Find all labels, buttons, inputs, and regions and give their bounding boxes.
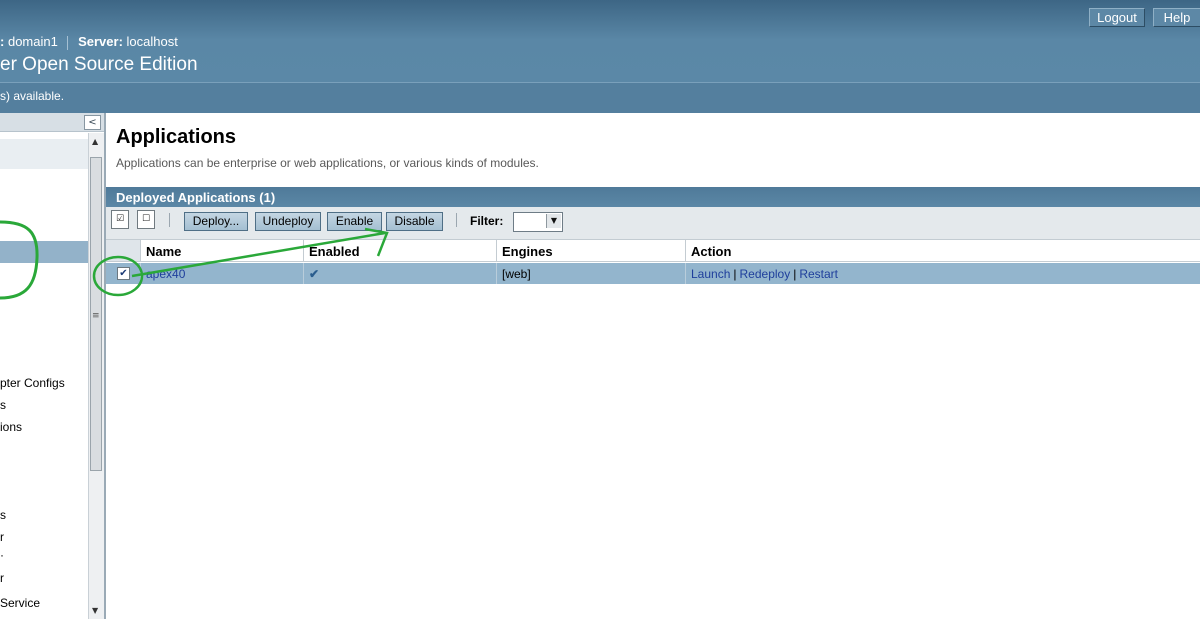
enabled-check-icon: ✔ [303,263,496,284]
divider: | [793,267,797,281]
select-all-icon[interactable]: ☑ [111,210,129,229]
server-label: Server: [78,34,123,49]
app-name-cell: apex40 [140,263,303,284]
deploy-button[interactable]: Deploy... [184,212,248,231]
collapse-nav-button[interactable]: < [84,115,101,130]
domain-value: domain1 [7,34,58,49]
page-title: Applications [116,126,237,148]
engines-cell: [web] [496,263,685,284]
app-name-link[interactable]: apex40 [146,267,185,281]
filter-label: Filter: [470,214,504,228]
divider [67,35,69,50]
table-title-bar: Deployed Applications (1) [106,187,1200,207]
undeploy-button[interactable]: Undeploy [255,212,321,231]
scroll-up-icon[interactable]: ▲ [92,137,98,146]
nav-item[interactable]: s [0,508,6,522]
availability-bar: s) available. [0,82,1200,113]
enable-button[interactable]: Enable [327,212,382,231]
nav-item-service[interactable]: Service [0,596,40,610]
help-button[interactable]: Help [1153,8,1200,27]
disable-button[interactable]: Disable [386,212,443,231]
masthead: Logout Help : domain1 Server: localhost … [0,0,1200,113]
row-select-cell: ✔ [106,263,140,284]
nav-item[interactable]: ions [0,420,22,434]
restart-link[interactable]: Restart [799,267,838,281]
nav-item-applications-selected[interactable] [0,241,88,263]
logout-button[interactable]: Logout [1089,8,1145,27]
product-title: er Open Source Edition [0,54,198,75]
filter-select[interactable]: ▼ [513,212,563,232]
nav-item[interactable]: · [0,548,4,562]
table-row: ✔ apex40 ✔ [web] Launch | Redeploy | Restart [106,263,1200,284]
table-actions-bar: ☑ ☐ Deploy... Undeploy Enable Disable Fi… [106,207,1200,240]
row-checkbox[interactable]: ✔ [117,267,130,280]
page-help-text: Applications can be enterprise or web ap… [116,156,539,170]
nav-item[interactable]: r [0,530,4,544]
nav-item[interactable]: r [0,571,4,585]
redeploy-link[interactable]: Redeploy [740,267,791,281]
chevron-down-icon[interactable]: ▼ [546,214,561,228]
server-value: localhost [126,34,178,49]
nav-item-highlight[interactable] [0,139,88,169]
nav-scrollbar[interactable]: ▲ ≡ ▼ [88,133,104,619]
table-header: Name Enabled Engines Action [106,240,1200,262]
column-header-enabled[interactable]: Enabled [303,240,496,261]
launch-link[interactable]: Launch [691,267,730,281]
server-info: : domain1 Server: localhost [0,34,178,50]
column-header-engines[interactable]: Engines [496,240,685,261]
select-column-header[interactable] [106,240,140,261]
grip-icon: ≡ [92,311,100,321]
scroll-down-icon[interactable]: ▼ [92,606,98,615]
column-header-action: Action [685,240,1200,261]
navigation-tree: < pter Configs s ions s r · r Service ▲ … [0,113,106,619]
availability-text: s) available. [0,89,65,103]
divider [169,213,170,227]
main-content: Applications Applications can be enterpr… [106,113,1200,619]
table-title: Deployed Applications (1) [116,190,276,205]
nav-item[interactable]: s [0,398,6,412]
nav-item-adapter-configs[interactable]: pter Configs [0,376,65,390]
divider [456,213,457,227]
domain-label: : [0,34,5,49]
deselect-all-icon[interactable]: ☐ [137,210,155,229]
divider: | [733,267,737,281]
action-cell: Launch | Redeploy | Restart [685,263,1200,284]
column-header-name[interactable]: Name [140,240,303,261]
nav-header: < [0,113,104,132]
